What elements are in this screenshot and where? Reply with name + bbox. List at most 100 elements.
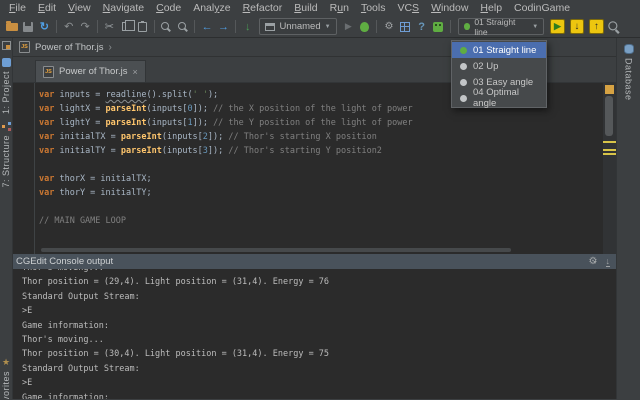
update-project-button[interactable]: ↓: [240, 18, 255, 36]
hide-panel-button[interactable]: ↓: [605, 256, 610, 267]
project-structure-icon: [400, 21, 411, 32]
run-config-option-label: 03 Easy angle: [473, 76, 534, 88]
download-button[interactable]: ↓: [569, 19, 585, 34]
breadcrumb[interactable]: Power of Thor.js: [35, 42, 103, 53]
menu-view[interactable]: View: [62, 1, 97, 15]
menu-vcs[interactable]: VCS: [391, 1, 425, 15]
toolbar-separator: [96, 20, 98, 33]
console-line: Standard Output Stream:: [22, 363, 140, 374]
menu-file[interactable]: File: [3, 1, 32, 15]
code-token: );: [207, 90, 219, 100]
toolbar-separator: [376, 20, 378, 33]
console-actions: ⚙▾ ↓: [589, 256, 610, 267]
menu-run[interactable]: Run: [324, 1, 355, 15]
back-button[interactable]: ←: [199, 18, 214, 36]
code-token: var: [39, 146, 55, 156]
editor-gutter: [13, 83, 35, 254]
toolbar-separator: [449, 20, 451, 33]
open-button[interactable]: [4, 18, 19, 36]
code-line[interactable]: var initialTY = parseInt(inputs[3]); // …: [39, 144, 603, 158]
code-line[interactable]: [39, 200, 603, 214]
code-line[interactable]: var initialTX = parseInt(inputs[2]); // …: [39, 130, 603, 144]
code-line[interactable]: var thorY = initialTY;: [39, 186, 603, 200]
code-token: ]);: [192, 104, 214, 114]
console-line: >E: [22, 378, 33, 389]
paste-button[interactable]: [134, 18, 149, 36]
console-output[interactable]: Thor's moving... Thor position = (29,4). …: [13, 269, 616, 399]
error-stripe[interactable]: [603, 83, 616, 254]
run-config-state-icon: [463, 23, 471, 30]
run-config-option[interactable]: 02 Up: [452, 58, 546, 74]
robot-icon: [433, 21, 444, 32]
menu-build[interactable]: Build: [288, 1, 323, 15]
scrollbar-thumb[interactable]: [605, 96, 613, 136]
tab-power-of-thor[interactable]: JS Power of Thor.js ×: [35, 60, 146, 82]
sidebar-item-database[interactable]: Database: [623, 44, 634, 101]
run-config-option[interactable]: 04 Optimal angle: [452, 87, 546, 109]
open-folder-icon: [5, 20, 18, 31]
code-line[interactable]: // MAIN GAME LOOP: [39, 214, 603, 228]
undo-button[interactable]: ↶: [61, 18, 76, 36]
menu-navigate[interactable]: Navigate: [97, 1, 150, 15]
console-header: CGEdit Console output ⚙▾ ↓: [13, 254, 616, 269]
cut-button[interactable]: ✂: [102, 18, 117, 36]
code-token: // the Y position of the light of power: [213, 118, 413, 128]
menu-help[interactable]: Help: [474, 1, 508, 15]
sidebar-item-favorites[interactable]: ★ Favorites: [1, 358, 11, 399]
menu-codingame[interactable]: CodinGame: [508, 1, 576, 15]
sync-button[interactable]: ↻: [37, 18, 52, 36]
debug-button[interactable]: [357, 18, 372, 36]
run-config-dropdown[interactable]: 01 Straight line ▼: [457, 17, 545, 37]
breadcrumb-chevron-icon: ›: [108, 41, 112, 53]
save-button[interactable]: [20, 18, 35, 36]
config-state-icon: [460, 94, 467, 102]
menu-tools[interactable]: Tools: [355, 1, 392, 15]
upload-button[interactable]: ↑: [589, 19, 604, 34]
console-line: Thor position = (29,4). Light position =…: [22, 277, 330, 288]
run-button[interactable]: ▶: [341, 18, 356, 36]
find-button[interactable]: [159, 18, 174, 36]
sidebar-item-project[interactable]: 1: Project: [1, 58, 11, 114]
play-test-button[interactable]: ▶: [550, 19, 565, 34]
help-button[interactable]: ?: [414, 18, 429, 36]
code-token: ().: [146, 90, 162, 100]
code-line[interactable]: [39, 158, 603, 172]
search-everywhere-button[interactable]: [607, 18, 622, 36]
settings-button[interactable]: ⚙: [381, 18, 396, 36]
menu-edit[interactable]: Edit: [32, 1, 62, 15]
menu-code[interactable]: Code: [150, 1, 187, 15]
console-line: Game information:: [22, 320, 109, 331]
code-token: inputs =: [54, 90, 106, 100]
find-usages-button[interactable]: [175, 18, 190, 36]
tab-title: Power of Thor.js: [59, 66, 128, 77]
menu-refactor[interactable]: Refactor: [237, 1, 289, 15]
code-token: parseInt: [120, 146, 162, 156]
code-token: parseInt: [105, 118, 147, 128]
database-button-label: Database: [623, 58, 634, 101]
run-config-option[interactable]: 01 Straight line: [452, 42, 546, 58]
code-token: var: [39, 118, 55, 128]
codingame-sync-button[interactable]: [430, 18, 445, 36]
close-icon[interactable]: ×: [132, 67, 137, 77]
js-file-icon: JS: [43, 65, 54, 78]
menu-analyze[interactable]: Analyze: [187, 1, 236, 15]
code-line[interactable]: var lightY = parseInt(inputs[1]); // the…: [39, 116, 603, 130]
project-structure-button[interactable]: [398, 18, 413, 36]
warning-marker: [605, 85, 614, 94]
code-line[interactable]: var thorX = initialTX;: [39, 172, 603, 186]
code-token: var: [39, 174, 55, 184]
redo-button[interactable]: ↷: [77, 18, 92, 36]
tool-window-icon[interactable]: [1, 41, 11, 50]
sidebar-item-structure[interactable]: 7: Structure: [1, 122, 11, 188]
console-settings-button[interactable]: ⚙▾: [589, 256, 598, 267]
menu-bar: File Edit View Navigate Code Analyze Refactor B…: [0, 0, 640, 16]
copy-button[interactable]: [118, 18, 135, 36]
horizontal-scrollbar-thumb[interactable]: [41, 248, 512, 252]
find-icon: [161, 21, 171, 32]
project-button-label: 1: Project: [1, 71, 11, 115]
menu-window[interactable]: Window: [425, 1, 474, 15]
unnamed-dropdown[interactable]: Unnamed ▼: [259, 18, 337, 35]
code-token: split: [161, 90, 188, 100]
forward-button[interactable]: →: [216, 18, 231, 36]
ide-window: File Edit View Navigate Code Analyze Refactor B…: [0, 0, 640, 400]
